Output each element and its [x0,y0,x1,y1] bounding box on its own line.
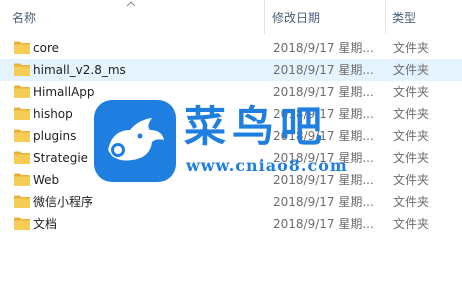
column-type-header[interactable]: 类型 [392,0,462,34]
column-date-header[interactable]: 修改日期 [272,0,382,34]
file-type: 文件夹 [393,63,430,77]
file-row[interactable]: 文档 2018/9/17 星期... 文件夹 [0,213,462,235]
file-date: 2018/9/17 星期... [273,129,374,143]
folder-icon [14,195,30,208]
folder-icon [14,85,30,98]
file-type: 文件夹 [393,151,430,165]
file-type: 文件夹 [393,195,430,209]
file-row[interactable]: 微信小程序 2018/9/17 星期... 文件夹 [0,191,462,213]
folder-icon [14,63,30,76]
file-date: 2018/9/17 星期... [273,41,374,55]
file-name: HimallApp [33,85,95,99]
file-date: 2018/9/17 星期... [273,85,374,99]
file-type: 文件夹 [393,173,430,187]
file-name: Web [33,173,60,187]
file-date: 2018/9/17 星期... [273,107,374,121]
file-type: 文件夹 [393,129,430,143]
file-row[interactable]: HimallApp 2018/9/17 星期... 文件夹 [0,81,462,103]
file-row[interactable]: hishop 2018/9/17 星期... 文件夹 [0,103,462,125]
file-type: 文件夹 [393,41,430,55]
folder-icon [14,173,30,186]
file-row[interactable]: plugins 2018/9/17 星期... 文件夹 [0,125,462,147]
file-date: 2018/9/17 星期... [273,173,374,187]
file-row[interactable]: Strategie 2018/9/17 星期... 文件夹 [0,147,462,169]
file-type: 文件夹 [393,217,430,231]
file-date: 2018/9/17 星期... [273,217,374,231]
file-name: plugins [33,129,77,143]
file-name: hishop [33,107,73,121]
file-list: core 2018/9/17 星期... 文件夹 himall_v2.8_ms … [0,37,462,235]
file-row[interactable]: Web 2018/9/17 星期... 文件夹 [0,169,462,191]
folder-icon [14,151,30,164]
file-name: himall_v2.8_ms [33,63,126,77]
column-divider[interactable] [264,0,265,34]
file-row[interactable]: core 2018/9/17 星期... 文件夹 [0,37,462,59]
file-type: 文件夹 [393,107,430,121]
folder-icon [14,129,30,142]
file-name: core [33,41,59,55]
folder-icon [14,217,30,230]
folder-icon [14,41,30,54]
file-name: 微信小程序 [33,195,94,209]
file-name: Strategie [33,151,89,165]
file-date: 2018/9/17 星期... [273,195,374,209]
file-row[interactable]: himall_v2.8_ms 2018/9/17 星期... 文件夹 [0,59,462,81]
file-date: 2018/9/17 星期... [273,151,374,165]
column-header: 名称 修改日期 类型 [0,0,462,34]
file-name: 文档 [33,217,58,231]
column-divider[interactable] [385,0,386,34]
folder-icon [14,107,30,120]
column-name-header[interactable]: 名称 [12,0,262,34]
file-date: 2018/9/17 星期... [273,63,374,77]
file-type: 文件夹 [393,85,430,99]
